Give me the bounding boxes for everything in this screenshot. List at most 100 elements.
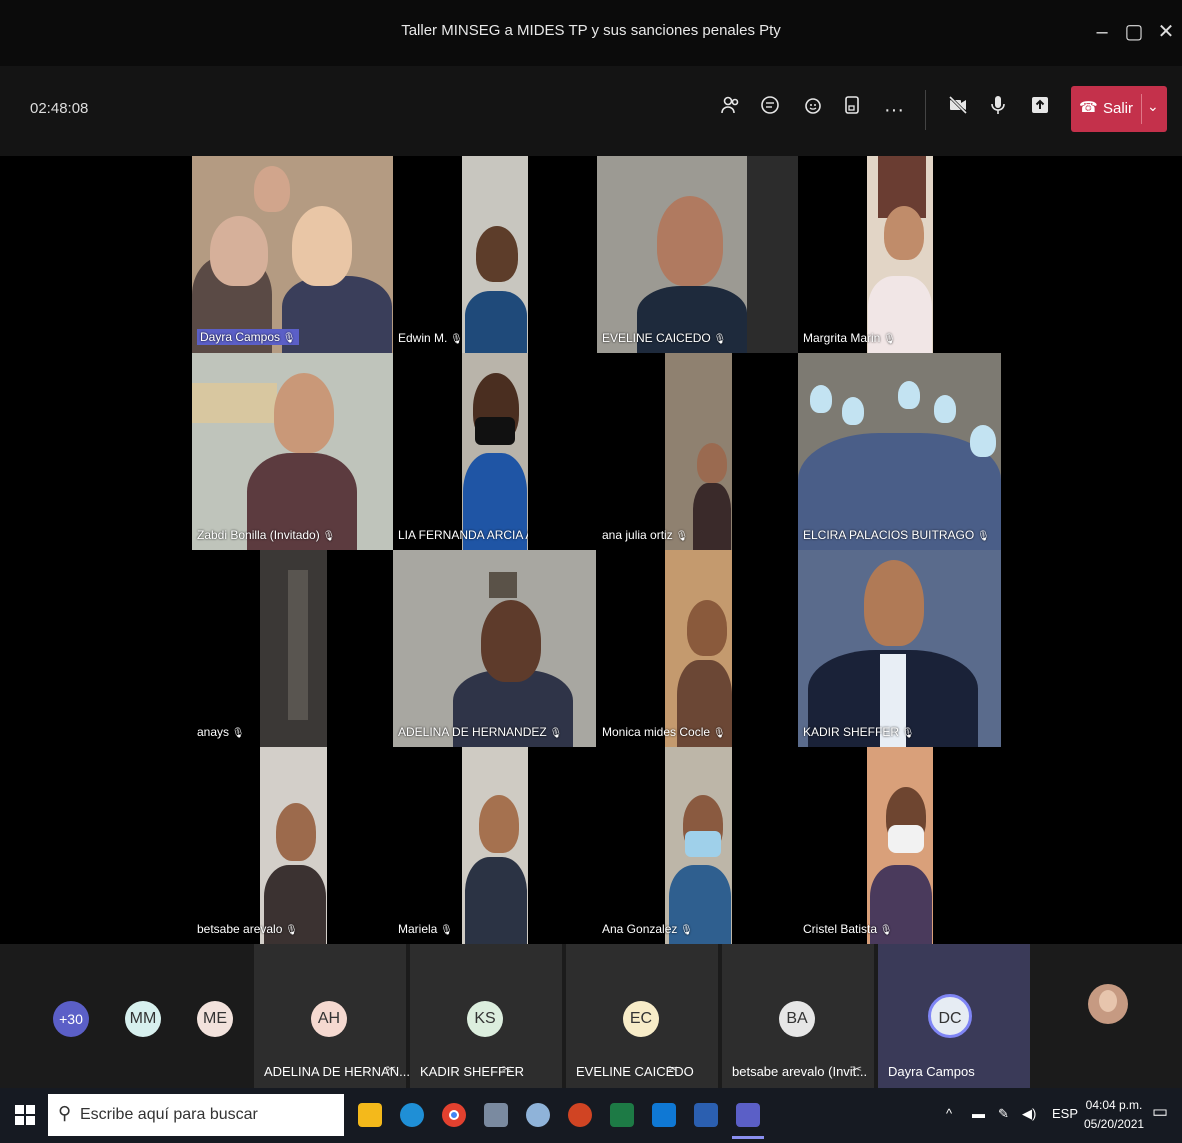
notifications-icon[interactable]: ▭ — [1152, 1102, 1168, 1122]
more-participants-avatar[interactable]: +30 — [53, 1001, 89, 1037]
network-icon[interactable]: ▬ — [972, 1106, 985, 1121]
breakout-rooms-icon[interactable] — [836, 94, 868, 126]
mic-muted-icon: 🎙 — [447, 334, 463, 345]
participant-name: Mariela 🎙 — [398, 922, 453, 936]
toolbar-divider — [925, 90, 926, 130]
participant-strip-tile[interactable]: EC EVELINE CAICEDO ✂ — [566, 944, 718, 1088]
clock[interactable]: 04:04 p.m. 05/20/2021 — [1084, 1096, 1144, 1134]
share-screen-icon[interactable] — [1024, 94, 1056, 126]
avatar: AH — [311, 1001, 347, 1037]
windows-start-icon[interactable] — [14, 1104, 36, 1126]
participant-strip-tile[interactable]: DC Dayra Campos — [878, 944, 1030, 1088]
mic-muted-icon: 🎙 — [437, 925, 453, 936]
participant-name: ana julia ortiz 🎙 — [602, 528, 689, 542]
video-tile[interactable]: Dayra Campos 🎙 — [192, 156, 393, 353]
participant-name: ADELINA DE HERNANDEZ 🎙 — [398, 725, 563, 739]
participant-name: Margrita Marin 🎙 — [803, 331, 896, 345]
participant-name: betsabe arevalo (Invit... — [732, 1064, 868, 1079]
video-tile[interactable]: ELCIRA PALACIOS BUITRAGO 🎙 — [798, 353, 1001, 550]
video-tile[interactable]: ADELINA DE HERNANDEZ 🎙 — [393, 550, 596, 747]
participants-icon[interactable] — [715, 94, 747, 126]
leave-button[interactable]: ☎ Salir ⌄ — [1071, 86, 1167, 132]
camera-off-icon[interactable] — [942, 94, 974, 126]
participant-strip-tile[interactable]: AH ADELINA DE HERNAN... ✂ — [254, 944, 410, 1088]
title-bar: Taller MINSEG a MIDES TP y sus sanciones… — [0, 0, 1182, 67]
video-tile[interactable]: Monica mides Cocle 🎙 — [597, 550, 732, 747]
avatar[interactable]: ME — [197, 1001, 233, 1037]
mic-muted-icon: 🎙 — [319, 531, 336, 542]
mic-muted-icon: ✂ — [852, 1062, 863, 1076]
chrome-icon[interactable] — [442, 1103, 466, 1127]
mic-muted-icon: 🎙 — [974, 531, 990, 542]
leave-label: Salir — [1103, 100, 1134, 117]
mic-muted-icon: 🎙 — [677, 925, 693, 936]
video-tile[interactable]: KADIR SHEFFER 🎙 — [798, 550, 1001, 747]
minimize-icon[interactable]: – — [1088, 18, 1116, 46]
mic-muted-icon: 🎙 — [899, 728, 915, 739]
participant-name: Ana Gonzalez 🎙 — [602, 922, 693, 936]
avatar[interactable]: MM — [125, 1001, 161, 1037]
file-explorer-icon[interactable] — [358, 1103, 382, 1127]
video-tile[interactable]: Zabdi Bonilla (Invitado) 🎙 — [192, 353, 393, 550]
avatar: KS — [467, 1001, 503, 1037]
participant-name: Cristel Batista 🎙 — [803, 922, 893, 936]
window-title: Taller MINSEG a MIDES TP y sus sanciones… — [401, 22, 781, 39]
chevron-up-icon[interactable]: ^ — [946, 1106, 952, 1121]
volume-icon[interactable]: ◀) — [1022, 1106, 1036, 1122]
hang-up-icon: ☎ — [1079, 99, 1098, 116]
taskbar-search-box[interactable]: ⚲ Escribe aquí para buscar — [48, 1094, 344, 1136]
excel-icon[interactable] — [610, 1103, 634, 1127]
mic-muted-icon: 🎙 — [280, 333, 296, 344]
active-app-indicator — [732, 1136, 764, 1139]
avatar: BA — [779, 1001, 815, 1037]
video-tile[interactable]: LIA FERNANDA ARCIA ARAUZ 🎙 — [393, 353, 528, 550]
video-tile[interactable]: ana julia ortiz 🎙 — [597, 353, 732, 550]
taskbar: ⚲ Escribe aquí para buscar ^ ▬ ✎ ◀) ESP … — [0, 1088, 1182, 1143]
participant-name: anays 🎙 — [197, 725, 245, 739]
powerpoint-icon[interactable] — [568, 1103, 592, 1127]
video-tile[interactable]: EVELINE CAICEDO 🎙 — [597, 156, 798, 353]
video-tile[interactable]: Cristel Batista 🎙 — [798, 747, 933, 944]
paint-icon[interactable] — [526, 1103, 550, 1127]
mic-muted-icon: 🎙 — [710, 728, 726, 739]
video-tile[interactable]: betsabe arevalo 🎙 — [192, 747, 327, 944]
app-icon[interactable] — [484, 1103, 508, 1127]
mic-muted-icon: 🎙 — [229, 728, 245, 739]
word-icon[interactable] — [694, 1103, 718, 1127]
mic-muted-icon: 🎙 — [672, 531, 689, 542]
video-grid: Dayra Campos 🎙 Edwin M. 🎙 EVELINE CAICED… — [0, 156, 1182, 944]
video-tile[interactable]: Mariela 🎙 — [393, 747, 528, 944]
avatar: DC — [928, 994, 972, 1038]
participant-name: Zabdi Bonilla (Invitado) 🎙 — [197, 528, 336, 542]
outlook-icon[interactable] — [652, 1103, 676, 1127]
mic-muted-icon: ✂ — [668, 1062, 679, 1076]
mic-muted-icon: ✂ — [386, 1062, 397, 1076]
video-tile[interactable]: anays 🎙 — [192, 550, 327, 747]
participant-strip-tile[interactable]: KS KADIR SHEFFER ✂ — [410, 944, 562, 1088]
teams-icon[interactable] — [736, 1103, 760, 1127]
edge-icon[interactable] — [400, 1103, 424, 1127]
search-icon: ⚲ — [58, 1103, 72, 1123]
meeting-timer: 02:48:08 — [30, 100, 89, 117]
search-placeholder: Escribe aquí para buscar — [80, 1106, 258, 1123]
more-options-icon[interactable]: ··· — [878, 94, 910, 126]
close-icon[interactable]: ✕ — [1152, 18, 1180, 46]
language-indicator[interactable]: ESP — [1052, 1106, 1078, 1121]
microphone-icon[interactable] — [982, 94, 1014, 126]
participant-name: Dayra Campos 🎙 — [197, 329, 299, 345]
mic-muted-icon: 🎙 — [546, 728, 563, 739]
video-tile[interactable]: Edwin M. 🎙 — [393, 156, 528, 353]
restore-icon[interactable]: ▢ — [1120, 18, 1148, 46]
participant-strip: +30 MM ME AH ADELINA DE HERNAN... ✂ KS K… — [0, 944, 1182, 1088]
clock-date: 05/20/2021 — [1084, 1117, 1145, 1131]
participant-name: Monica mides Cocle 🎙 — [602, 725, 726, 739]
chat-icon[interactable] — [754, 94, 786, 126]
self-video-avatar[interactable] — [1088, 984, 1128, 1024]
reactions-icon[interactable] — [796, 94, 828, 126]
chevron-down-icon[interactable]: ⌄ — [1147, 98, 1159, 115]
pen-icon[interactable]: ✎ — [998, 1106, 1009, 1122]
video-tile[interactable]: Margrita Marin 🎙 — [798, 156, 933, 353]
participant-name: Dayra Campos — [888, 1064, 975, 1079]
video-tile[interactable]: Ana Gonzalez 🎙 — [597, 747, 732, 944]
participant-strip-tile[interactable]: BA betsabe arevalo (Invit... ✂ — [722, 944, 874, 1088]
